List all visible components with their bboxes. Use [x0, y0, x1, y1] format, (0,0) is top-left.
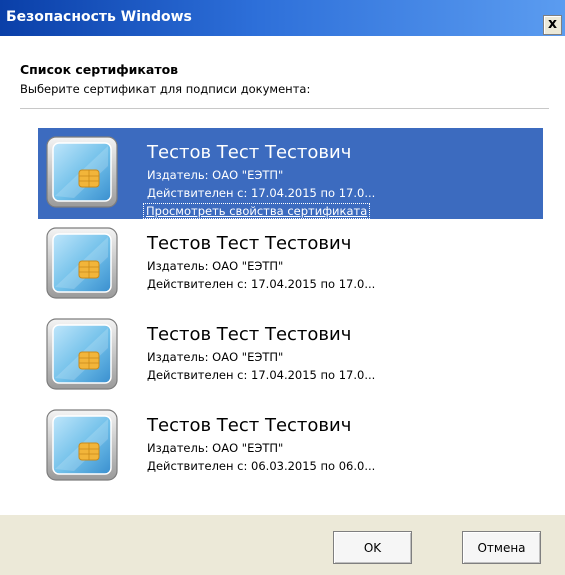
dialog-footer: OK Отмена: [0, 515, 565, 575]
certificate-name: Тестов Тест Тестович: [147, 324, 352, 345]
certificate-validity: Действителен с: 17.04.2015 по 17.0...: [147, 368, 376, 382]
view-certificate-properties-link[interactable]: Просмотреть свойства сертификата: [143, 203, 371, 219]
certificate-issuer: Издатель: ОАО "ЕЭТП": [147, 441, 284, 455]
close-icon: x: [547, 16, 558, 32]
section-title: Список сертификатов: [20, 62, 179, 77]
certificate-issuer: Издатель: ОАО "ЕЭТП": [147, 350, 284, 364]
section-subtitle: Выберите сертификат для подписи документ…: [20, 82, 311, 96]
dialog-body: Список сертификатов Выберите сертификат …: [0, 36, 565, 515]
window-title: Безопасность Windows: [6, 9, 192, 25]
certificate-item[interactable]: Тестов Тест Тестович Издатель: ОАО "ЕЭТП…: [38, 310, 543, 401]
certificate-validity: Действителен с: 17.04.2015 по 17.0...: [147, 186, 376, 200]
certificate-issuer: Издатель: ОАО "ЕЭТП": [147, 168, 284, 182]
smart-card-icon: [46, 136, 118, 208]
certificate-item[interactable]: Тестов Тест Тестович Издатель: ОАО "ЕЭТП…: [38, 219, 543, 310]
ok-button[interactable]: OK: [333, 531, 412, 564]
certificate-list: Тестов Тест Тестович Издатель: ОАО "ЕЭТП…: [38, 128, 543, 492]
close-button[interactable]: x: [543, 15, 562, 35]
smart-card-icon: [46, 227, 118, 299]
smart-card-icon: [46, 318, 118, 390]
certificate-issuer: Издатель: ОАО "ЕЭТП": [147, 259, 284, 273]
certificate-item[interactable]: Тестов Тест Тестович Издатель: ОАО "ЕЭТП…: [38, 128, 543, 219]
certificate-name: Тестов Тест Тестович: [147, 415, 352, 436]
smart-card-icon: [46, 409, 118, 481]
certificate-item[interactable]: Тестов Тест Тестович Издатель: ОАО "ЕЭТП…: [38, 401, 543, 492]
title-bar: Безопасность Windows x: [0, 0, 565, 36]
certificate-name: Тестов Тест Тестович: [147, 142, 352, 163]
cancel-button[interactable]: Отмена: [462, 531, 541, 564]
header-separator: [20, 108, 549, 109]
certificate-validity: Действителен с: 17.04.2015 по 17.0...: [147, 277, 376, 291]
certificate-validity: Действителен с: 06.03.2015 по 06.0...: [147, 459, 376, 473]
certificate-name: Тестов Тест Тестович: [147, 233, 352, 254]
